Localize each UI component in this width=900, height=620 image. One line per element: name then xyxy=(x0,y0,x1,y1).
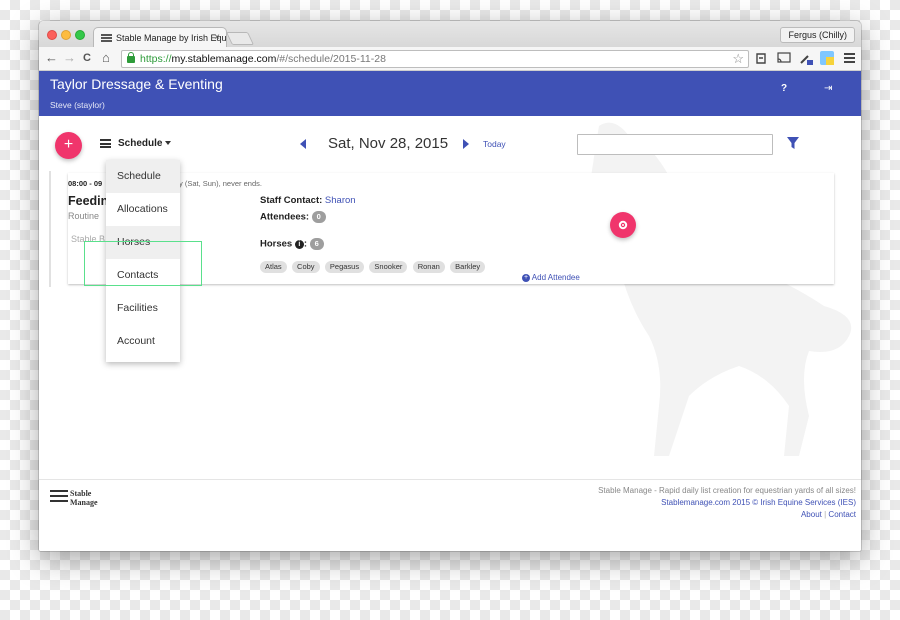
menu-item-schedule[interactable]: Schedule xyxy=(106,160,180,193)
lock-icon xyxy=(127,52,135,63)
current-date: Sat, Nov 28, 2015 xyxy=(328,135,449,152)
menu-item-facilities[interactable]: Facilities xyxy=(106,292,180,325)
page-footer: Stable Manage Stable Manage - Rapid dail… xyxy=(39,479,861,551)
attendees-label: Attendees: xyxy=(260,211,310,223)
staff-contact: Staff Contact: Sharon xyxy=(260,195,356,206)
bookmark-star-icon[interactable]: ☆ xyxy=(732,51,744,67)
close-window-button[interactable] xyxy=(47,30,57,40)
tab-close-icon[interactable]: × xyxy=(214,28,220,48)
event-recurrence: y (Sat, Sun), never ends. xyxy=(179,179,262,188)
about-link[interactable]: About xyxy=(801,510,822,519)
browser-window: Stable Manage by Irish Equ × Fergus (Chi… xyxy=(39,21,861,551)
staff-contact-link[interactable]: Sharon xyxy=(325,195,356,206)
horses: Horses i: 6 xyxy=(260,238,324,250)
logo-line1: Stable xyxy=(70,489,92,498)
new-tab-button[interactable] xyxy=(225,32,255,45)
maximize-window-button[interactable] xyxy=(75,30,85,40)
attendees-count-badge: 0 xyxy=(311,211,326,223)
minimize-window-button[interactable] xyxy=(61,30,71,40)
add-event-button[interactable]: + xyxy=(55,132,82,159)
browser-tab[interactable]: Stable Manage by Irish Equ × xyxy=(93,27,227,48)
home-icon[interactable]: ⌂ xyxy=(102,50,110,66)
url-path: /#/schedule/2015-11-28 xyxy=(276,53,386,65)
app-header: Taylor Dressage & Eventing Steve (staylo… xyxy=(39,71,861,116)
back-icon[interactable]: ← xyxy=(45,50,58,66)
menu-item-allocations[interactable]: Allocations xyxy=(106,193,180,226)
footer-copyright[interactable]: Stablemanage.com 2015 © Irish Equine Ser… xyxy=(661,498,856,507)
logout-icon[interactable]: ⇥ xyxy=(824,83,832,94)
plus-circle-icon: + xyxy=(522,273,530,282)
caret-down-icon xyxy=(165,141,172,146)
main-content: + Schedule Sat, Nov 28, 2015 Today 08:00… xyxy=(39,116,861,551)
hover-highlight xyxy=(84,241,202,286)
previous-day-icon[interactable] xyxy=(300,139,306,149)
footer-separator: | xyxy=(824,510,827,519)
next-day-icon[interactable] xyxy=(463,139,469,149)
event-type: Routine xyxy=(68,211,100,221)
horses-count-badge: 6 xyxy=(309,238,324,250)
filter-icon[interactable] xyxy=(787,137,799,150)
search-input[interactable] xyxy=(577,134,773,155)
horse-chip[interactable]: Ronan xyxy=(412,261,445,273)
horse-chip-list: Atlas Coby Pegasus Snooker Ronan Barkley xyxy=(260,258,487,273)
profile-button[interactable]: Fergus (Chilly) xyxy=(780,27,855,43)
today-link[interactable]: Today xyxy=(483,139,506,149)
event-title: Feedin xyxy=(68,194,109,208)
app-title: Taylor Dressage & Eventing xyxy=(50,76,223,92)
horse-chip[interactable]: Atlas xyxy=(260,261,287,273)
horse-chip[interactable]: Barkley xyxy=(450,261,486,273)
url-scheme: https:// xyxy=(140,53,172,65)
footer-tagline: Stable Manage - Rapid daily list creatio… xyxy=(598,486,856,495)
tab-title: Stable Manage by Irish Equ xyxy=(116,33,227,43)
section-dropdown[interactable]: Schedule xyxy=(118,138,172,149)
extension-icon[interactable] xyxy=(755,52,767,65)
add-attendee-label: Add Attendee xyxy=(531,273,580,282)
add-attendee-link[interactable]: + Add Attendee xyxy=(522,273,580,282)
cast-icon[interactable] xyxy=(777,52,791,64)
url-host: my.stablemanage.com xyxy=(171,53,277,65)
menu-item-account[interactable]: Account xyxy=(106,325,180,358)
jetbrains-icon[interactable] xyxy=(820,51,834,65)
favicon-icon xyxy=(101,34,112,42)
stable-manage-logo: Stable Manage xyxy=(50,489,98,507)
horse-chip[interactable]: Pegasus xyxy=(324,261,365,273)
contact-link[interactable]: Contact xyxy=(828,510,856,519)
staff-contact-label: Staff Contact: xyxy=(260,195,323,206)
gear-icon xyxy=(618,220,628,230)
horse-chip[interactable]: Coby xyxy=(292,261,320,273)
horse-chip[interactable]: Snooker xyxy=(369,261,408,273)
info-icon[interactable]: i xyxy=(294,239,304,249)
current-user: Steve (staylor) xyxy=(50,100,105,110)
event-timeline-bar xyxy=(49,171,51,287)
attendees: Attendees: 0 xyxy=(260,211,326,223)
logo-line2: Manage xyxy=(70,498,98,507)
section-dropdown-label: Schedule xyxy=(118,138,163,149)
browser-toolbar: ← → C ⌂ https://my.stablemanage.com/#/sc… xyxy=(39,47,861,71)
browser-titlebar: Stable Manage by Irish Equ × Fergus (Chi… xyxy=(39,21,861,48)
forward-icon[interactable]: → xyxy=(63,50,76,66)
event-settings-button[interactable] xyxy=(610,212,636,238)
hamburger-menu-icon[interactable] xyxy=(100,139,111,148)
help-icon[interactable]: ? xyxy=(781,83,787,94)
address-bar[interactable]: https://my.stablemanage.com/#/schedule/2… xyxy=(121,50,749,68)
footer-links: About | Contact xyxy=(801,510,856,519)
horses-label: Horses xyxy=(260,238,293,250)
eyedropper-icon[interactable] xyxy=(799,51,813,65)
reload-icon[interactable]: C xyxy=(83,50,91,66)
horse-watermark-icon xyxy=(567,122,852,457)
browser-menu-icon[interactable] xyxy=(844,52,855,63)
event-time: 08:00 - 09 xyxy=(68,179,103,188)
